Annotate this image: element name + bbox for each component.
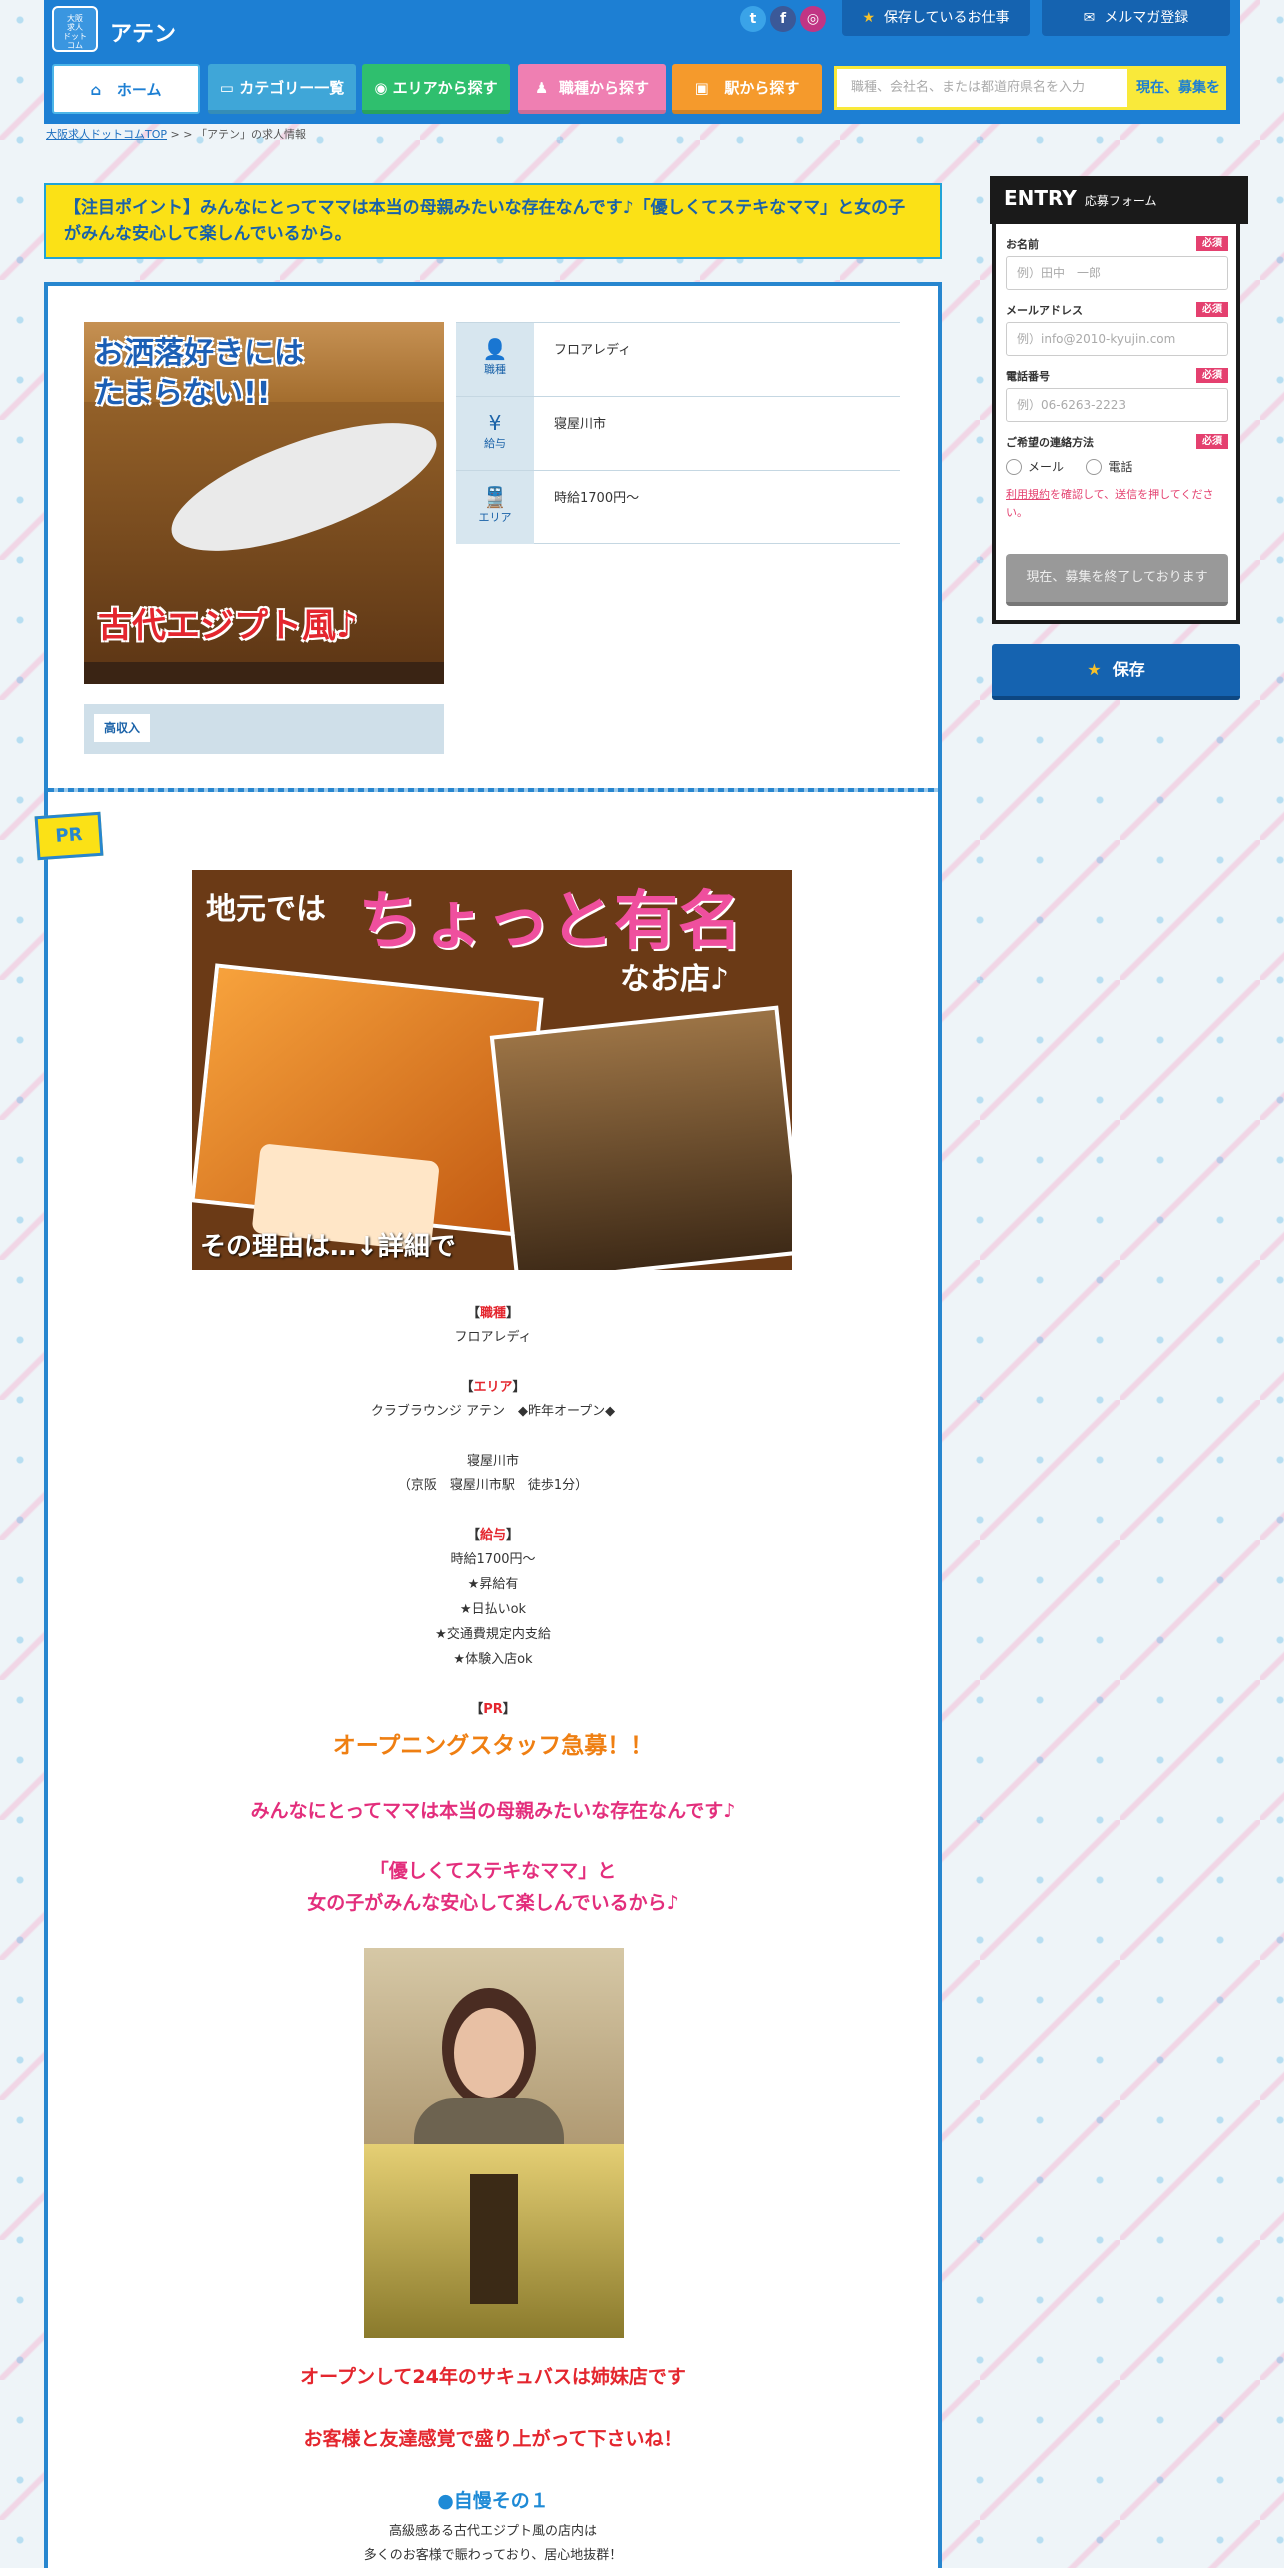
person-icon: ♟	[535, 79, 549, 97]
nav-categories[interactable]: ▭ カテゴリー一覧	[208, 64, 356, 114]
nav-job-type[interactable]: ♟ 職種から探す	[518, 64, 666, 114]
store-photo: お洒落好きには たまらない!! 古代エジプト風♪	[84, 322, 444, 684]
entry-form: ENTRY 応募フォーム お名前 必須 例）田中 一郎 メールアドレス 必須 例）in…	[990, 176, 1248, 624]
detail-area-value: クラブラウンジ アテン ◆昨年オープン◆	[370, 1404, 616, 1419]
terms-link[interactable]: 利用規約	[1006, 488, 1050, 501]
detail-pr-heading: 【PR】	[470, 1702, 516, 1717]
detail-job-value: フロアレディ	[454, 1330, 532, 1345]
phone-input[interactable]: 例）06-6263-2223	[1006, 388, 1228, 422]
section-divider	[48, 788, 938, 792]
interior-photo-2	[489, 1005, 792, 1270]
yen-icon: ¥	[488, 411, 502, 435]
email-field-group: メールアドレス 必須 例）info@2010-kyujin.com	[1006, 302, 1228, 356]
train-icon: 🚆	[482, 485, 508, 509]
name-input[interactable]: 例）田中 一郎	[1006, 256, 1228, 290]
nav-station[interactable]: ▣ 駅から探す	[672, 64, 822, 114]
star-icon: ★	[1087, 660, 1102, 679]
terms-notice: 利用規約を確認して、送信を押してください。	[1006, 488, 1214, 519]
save-job-button[interactable]: ★ 保存	[992, 644, 1240, 700]
photo-caption-bottom: 古代エジプト風♪	[98, 606, 358, 646]
site-logo[interactable]: 大阪 求人 ドット コム	[52, 6, 98, 52]
search-button[interactable]: 現在、募集を	[1130, 66, 1226, 110]
job-detail-panel: お洒落好きには たまらない!! 古代エジプト風♪ 高収入 👤 職種 フロアレディ …	[34, 282, 942, 2568]
required-badge: 必須	[1196, 434, 1228, 449]
breadcrumb: 大阪求人ドットコムTOP > > 「アテン」の求人情報	[46, 128, 306, 141]
search-input[interactable]: 職種、会社名、または都道府県名を入力	[834, 66, 1130, 110]
train-icon: ▣	[694, 79, 709, 97]
email-input[interactable]: 例）info@2010-kyujin.com	[1006, 322, 1228, 356]
saved-jobs-button[interactable]: ★ 保存しているお仕事	[842, 0, 1030, 36]
promo-banner: 地元では ちょっと有名 なお店♪ その理由は…↓詳細で	[192, 870, 792, 1270]
breadcrumb-home-link[interactable]: 大阪求人ドットコムTOP	[46, 128, 167, 141]
contact-method-group: ご希望の連絡方法 必須 メール 電話	[1006, 434, 1228, 475]
mama-photo	[364, 1948, 624, 2338]
facebook-icon[interactable]: f	[770, 6, 796, 32]
detail-area-heading: 【エリア】	[460, 1380, 526, 1395]
nav-home[interactable]: ⌂ ホーム	[52, 64, 200, 114]
instagram-icon[interactable]: ◎	[800, 6, 826, 32]
summary-row-area: 🚆 エリア 時給1700円～	[456, 470, 900, 544]
nav-area[interactable]: ◉ エリアから探す	[362, 64, 510, 114]
home-icon: ⌂	[90, 81, 102, 99]
contact-phone-radio[interactable]	[1086, 458, 1103, 475]
contact-mail-radio[interactable]	[1006, 458, 1022, 475]
required-badge: 必須	[1196, 368, 1228, 383]
site-title[interactable]: アテン	[110, 16, 176, 48]
site-header: 大阪 求人 ドット コム アテン t f ◎ ★ 保存しているお仕事 ✉ メルマ…	[44, 0, 1240, 124]
pr-title: オープニングスタッフ急募！！	[332, 1733, 654, 1759]
detail-job-heading: 【職種】	[466, 1306, 520, 1321]
entry-form-header: ENTRY 応募フォーム	[990, 176, 1248, 224]
mail-icon: ✉	[1083, 10, 1096, 26]
name-field-group: お名前 必須 例）田中 一郎	[1006, 236, 1228, 290]
summary-row-salary: ¥ 給与 寝屋川市	[456, 396, 900, 470]
detail-salary-heading: 【給与】	[466, 1528, 520, 1543]
required-badge: 必須	[1196, 302, 1228, 317]
pr-badge: PR	[34, 811, 104, 861]
bar-counter-graphic	[157, 396, 444, 578]
star-icon: ★	[862, 10, 876, 26]
tag-list: 高収入	[84, 704, 444, 754]
interior-photo-1	[192, 963, 544, 1252]
twitter-icon[interactable]: t	[740, 6, 766, 32]
summary-row-job: 👤 職種 フロアレディ	[456, 322, 900, 396]
newsletter-button[interactable]: ✉ メルマガ登録	[1042, 0, 1230, 36]
photo-caption-top: お洒落好きには たまらない!!	[94, 336, 304, 411]
pin-icon: ◉	[374, 79, 388, 97]
job-summary-table: 👤 職種 フロアレディ ¥ 給与 寝屋川市 🚆 エリア 時給1700円～	[456, 322, 900, 544]
highlight-banner: 【注目ポイント】みんなにとってママは本当の母親みたいな存在なんです♪「優しくてス…	[44, 183, 942, 259]
person-icon: 👤	[482, 337, 508, 361]
required-badge: 必須	[1196, 236, 1228, 251]
phone-field-group: 電話番号 必須 例）06-6263-2223	[1006, 368, 1228, 422]
tag-high-income[interactable]: 高収入	[94, 714, 151, 742]
folder-icon: ▭	[219, 79, 234, 97]
submit-closed-button[interactable]: 現在、募集を終了しております	[1006, 554, 1228, 606]
